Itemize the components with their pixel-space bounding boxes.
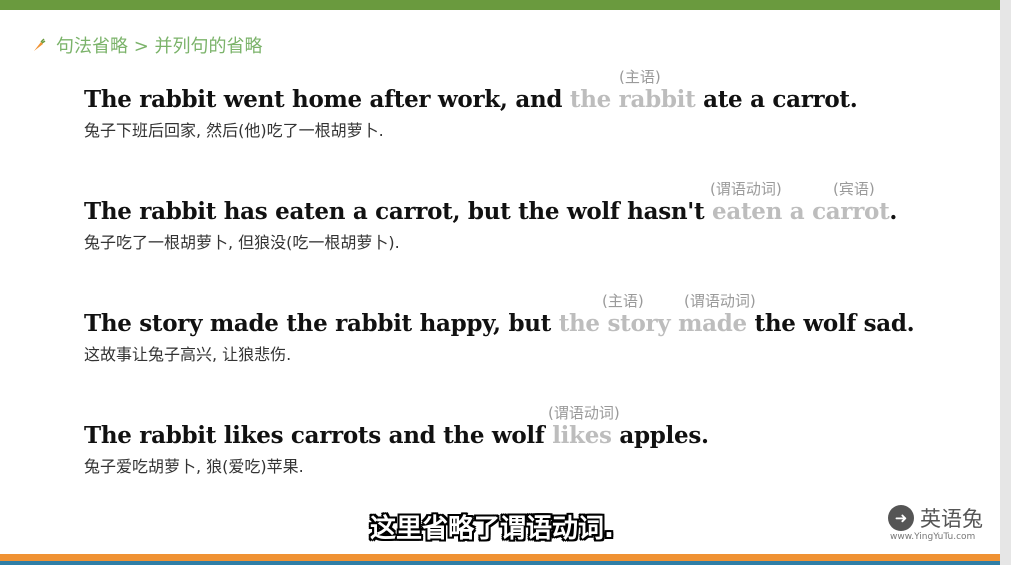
logo-name: 英语兔 [920,507,983,531]
bottom-accent-bar [0,554,1000,561]
notes: (主语) [84,66,857,86]
translation: 兔子下班后回家, 然后(他)吃了一根胡萝卜. [84,121,384,140]
sentence-part: The rabbit likes carrots and the wolf [84,422,553,449]
notes: (谓语动词) [84,402,709,422]
sentence: The rabbit likes carrots and the wolf li… [84,422,709,449]
note-verb: (谓语动词) [548,404,620,422]
top-accent-bar [0,0,1000,10]
translation: 这故事让兔子高兴, 让狼悲伤. [84,345,292,364]
sentence-part: apples. [611,422,709,449]
note-verb: (谓语动词) [684,292,756,310]
omitted-words: eaten a carrot [712,198,890,225]
breadcrumb: 句法省略 > 并列句的省略 [32,32,263,58]
note-object: (宾语) [833,180,875,198]
notes: (主语) (谓语动词) [84,290,914,310]
sentence-part: The story made the rabbit happy, but [84,310,559,337]
carrot-icon [34,38,46,51]
sentence: The story made the rabbit happy, but the… [84,310,915,337]
example-1: (主语) The rabbit went home after work, an… [84,66,858,141]
bottom-progress-line [0,561,1000,565]
example-2: (谓语动词) (宾语) The rabbit has eaten a carro… [84,178,897,253]
example-3: (主语) (谓语动词) The story made the rabbit ha… [84,290,915,365]
notes: (谓语动词) (宾语) [84,178,897,198]
omitted-words: the rabbit [569,86,696,113]
video-subtitle: 这里省略了谓语动词. [370,514,614,544]
sentence-part: the wolf sad. [746,310,915,337]
translation: 兔子爱吃胡萝卜, 狼(爱吃)苹果. [84,457,304,476]
note-verb: (谓语动词) [710,180,782,198]
right-edge-strip [1000,0,1011,565]
note-subject: (主语) [619,68,661,86]
logo-badge-icon: ➜ [888,505,914,531]
breadcrumb-text: 句法省略 > 并列句的省略 [56,36,263,57]
translation: 兔子吃了一根胡萝卜, 但狼没(吃一根胡萝卜). [84,233,400,252]
logo-url: www.YingYuTu.com [890,532,976,542]
sentence-part: . [889,198,898,225]
omitted-words: likes [552,422,612,449]
site-logo: ➜ 英语兔 www.YingYuTu.com [888,503,992,547]
example-4: (谓语动词) The rabbit likes carrots and the … [84,402,709,477]
note-subject: (主语) [602,292,644,310]
sentence: The rabbit has eaten a carrot, but the w… [84,198,897,225]
sentence: The rabbit went home after work, and the… [84,86,858,113]
sentence-part: The rabbit went home after work, and [84,86,570,113]
omitted-words: the story made [558,310,747,337]
sentence-part: ate a carrot. [695,86,858,113]
sentence-part: The rabbit has eaten a carrot, but the w… [84,198,713,225]
